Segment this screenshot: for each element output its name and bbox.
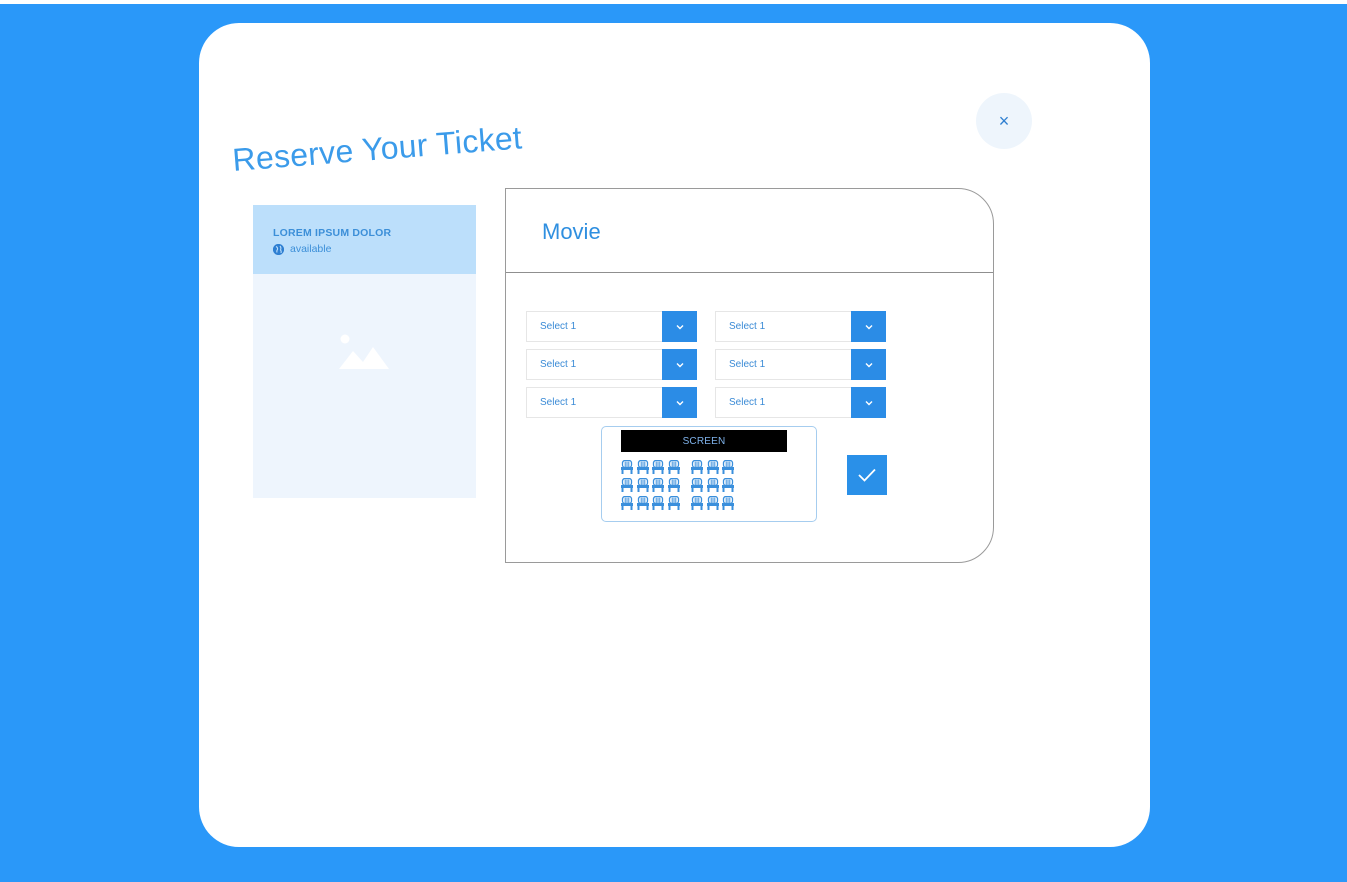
seat-icon[interactable] (667, 477, 680, 492)
seat-map: SCREEN (601, 426, 817, 522)
movie-card[interactable]: LOREM IPSUM DOLOR available (253, 205, 476, 498)
seat-icon[interactable] (636, 477, 649, 492)
seat-icon[interactable] (652, 459, 664, 474)
seat-icon[interactable] (652, 477, 664, 492)
seat-icon[interactable] (667, 459, 680, 474)
seat-icon[interactable] (636, 459, 649, 474)
select-dropdown[interactable]: Select 1 (526, 311, 697, 342)
panel-title: Movie (542, 219, 601, 244)
screen-label: SCREEN (621, 430, 787, 452)
chevron-down-icon[interactable] (851, 387, 886, 418)
confirm-button[interactable] (847, 455, 887, 495)
seat-icon[interactable] (652, 495, 664, 510)
image-placeholder-icon (339, 331, 391, 376)
chevron-down-icon[interactable] (662, 311, 697, 342)
top-strip (0, 0, 1347, 4)
seat-icon[interactable] (722, 477, 734, 492)
select-dropdown[interactable]: Select 1 (526, 387, 697, 418)
seat-icon[interactable] (722, 495, 734, 510)
seat-icon[interactable] (706, 477, 719, 492)
seat-icon[interactable] (667, 495, 680, 510)
select-label: Select 1 (540, 397, 577, 408)
seat-icon[interactable] (621, 459, 633, 474)
seat-icon[interactable] (722, 459, 734, 474)
select-dropdown[interactable]: Select 1 (526, 349, 697, 380)
select-label: Select 1 (729, 359, 766, 370)
seat-icon[interactable] (636, 495, 649, 510)
seat-icon[interactable] (706, 495, 719, 510)
close-button[interactable]: × (976, 93, 1032, 149)
card-title: LOREM IPSUM DOLOR (273, 227, 392, 239)
seat-icon[interactable] (691, 459, 703, 474)
close-icon: × (998, 110, 1010, 131)
chevron-down-icon[interactable] (662, 387, 697, 418)
select-label: Select 1 (540, 359, 577, 370)
select-dropdown[interactable]: Select 1 (715, 311, 886, 342)
card-header: LOREM IPSUM DOLOR available (253, 205, 476, 274)
status-label: available (290, 243, 332, 255)
chevron-down-icon[interactable] (851, 349, 886, 380)
globe-icon (273, 243, 284, 255)
select-label: Select 1 (729, 397, 766, 408)
select-label: Select 1 (540, 321, 577, 332)
checkmark-icon (858, 468, 876, 482)
card-status: available (273, 243, 331, 255)
panel-divider (506, 272, 993, 273)
select-label: Select 1 (729, 321, 766, 332)
seat-icon[interactable] (691, 495, 703, 510)
seat-icon[interactable] (621, 495, 633, 510)
select-dropdown[interactable]: Select 1 (715, 349, 886, 380)
seat-icon[interactable] (706, 459, 719, 474)
select-dropdown[interactable]: Select 1 (715, 387, 886, 418)
chevron-down-icon[interactable] (662, 349, 697, 380)
seat-icon[interactable] (691, 477, 703, 492)
chevron-down-icon[interactable] (851, 311, 886, 342)
seat-icon[interactable] (621, 477, 633, 492)
